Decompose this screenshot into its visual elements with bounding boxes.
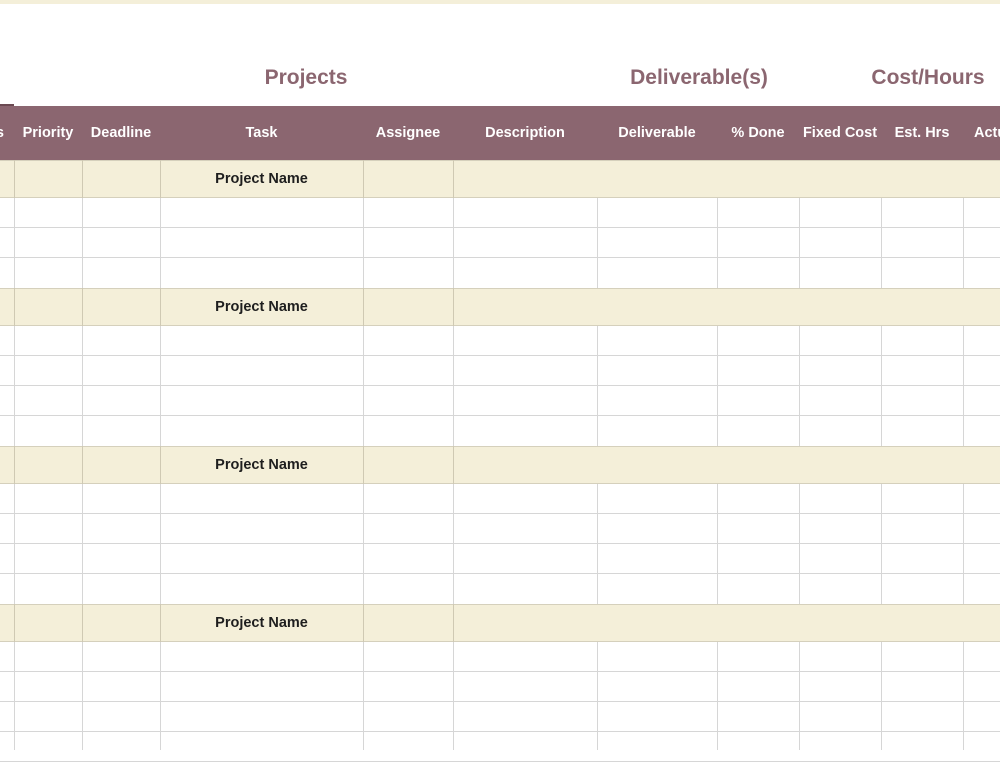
- column-gridline: [881, 198, 882, 288]
- project-name[interactable]: Project Name: [160, 288, 363, 326]
- project-sheet: sPriorityDeadlineTaskAssigneeDescription…: [0, 0, 1000, 762]
- project-row-divider: [453, 604, 454, 642]
- task-row[interactable]: [0, 484, 1000, 514]
- column-gridline: [453, 642, 454, 750]
- column-header-description[interactable]: Description: [453, 106, 597, 160]
- task-row[interactable]: [0, 544, 1000, 574]
- column-gridline: [717, 326, 718, 446]
- task-row[interactable]: [0, 514, 1000, 544]
- task-row[interactable]: [0, 356, 1000, 386]
- column-header-actual-hrs[interactable]: Actu: [963, 106, 1000, 160]
- column-gridline: [717, 484, 718, 604]
- project-row-divider: [363, 160, 364, 198]
- column-header-status[interactable]: s: [0, 106, 4, 160]
- task-row[interactable]: [0, 672, 1000, 702]
- project-row-divider: [14, 288, 15, 326]
- column-gridline: [597, 642, 598, 750]
- column-header-pct-done[interactable]: % Done: [717, 106, 799, 160]
- task-row[interactable]: [0, 642, 1000, 672]
- column-gridline: [14, 326, 15, 446]
- column-gridline: [799, 198, 800, 288]
- column-gridline: [363, 642, 364, 750]
- column-gridline: [963, 198, 964, 288]
- column-gridline: [717, 642, 718, 750]
- column-gridline: [453, 484, 454, 604]
- column-gridline: [82, 642, 83, 750]
- project-row[interactable]: [0, 604, 1000, 642]
- project-row-divider: [82, 288, 83, 326]
- column-header-priority[interactable]: Priority: [14, 106, 82, 160]
- column-gridline: [963, 484, 964, 604]
- project-row-divider: [453, 288, 454, 326]
- task-row[interactable]: [0, 416, 1000, 446]
- project-name[interactable]: Project Name: [160, 604, 363, 642]
- task-row[interactable]: [0, 732, 1000, 762]
- column-gridline: [160, 484, 161, 604]
- column-header-deadline[interactable]: Deadline: [82, 106, 160, 160]
- column-gridline: [160, 198, 161, 288]
- project-row-divider: [453, 160, 454, 198]
- project-row-divider: [363, 446, 364, 484]
- project-row-divider: [82, 160, 83, 198]
- column-gridline: [160, 326, 161, 446]
- column-gridline: [717, 198, 718, 288]
- project-row-divider: [363, 604, 364, 642]
- column-gridline: [963, 642, 964, 750]
- column-header-est-hrs[interactable]: Est. Hrs: [881, 106, 963, 160]
- column-gridline: [453, 198, 454, 288]
- project-row-divider: [14, 604, 15, 642]
- column-gridline: [453, 326, 454, 446]
- project-row-divider: [82, 604, 83, 642]
- task-row[interactable]: [0, 702, 1000, 732]
- column-gridline: [799, 326, 800, 446]
- task-row[interactable]: [0, 386, 1000, 416]
- project-name[interactable]: Project Name: [160, 160, 363, 198]
- project-row[interactable]: [0, 160, 1000, 198]
- column-gridline: [363, 198, 364, 288]
- task-row[interactable]: [0, 198, 1000, 228]
- column-header-assignee[interactable]: Assignee: [363, 106, 453, 160]
- column-gridline: [881, 326, 882, 446]
- task-row[interactable]: [0, 326, 1000, 356]
- column-gridline: [82, 326, 83, 446]
- column-gridline: [799, 484, 800, 604]
- column-gridline: [363, 326, 364, 446]
- task-row[interactable]: [0, 258, 1000, 288]
- project-row-divider: [82, 446, 83, 484]
- project-row-divider: [14, 446, 15, 484]
- column-gridline: [881, 642, 882, 750]
- task-row[interactable]: [0, 574, 1000, 604]
- column-gridline: [14, 484, 15, 604]
- project-name[interactable]: Project Name: [160, 446, 363, 484]
- project-row[interactable]: [0, 446, 1000, 484]
- task-row[interactable]: [0, 228, 1000, 258]
- column-gridline: [363, 484, 364, 604]
- column-header-task[interactable]: Task: [160, 106, 363, 160]
- column-gridline: [597, 484, 598, 604]
- column-gridline: [963, 326, 964, 446]
- column-header-fixed-cost[interactable]: Fixed Cost: [799, 106, 881, 160]
- column-gridline: [881, 484, 882, 604]
- column-gridline: [14, 642, 15, 750]
- column-gridline: [597, 198, 598, 288]
- column-gridline: [799, 642, 800, 750]
- project-row[interactable]: [0, 288, 1000, 326]
- column-gridline: [160, 642, 161, 750]
- column-gridline: [597, 326, 598, 446]
- column-gridline: [82, 198, 83, 288]
- project-row-divider: [453, 446, 454, 484]
- column-header-deliverable[interactable]: Deliverable: [597, 106, 717, 160]
- project-row-divider: [363, 288, 364, 326]
- project-row-divider: [14, 160, 15, 198]
- column-gridline: [82, 484, 83, 604]
- column-gridline: [14, 198, 15, 288]
